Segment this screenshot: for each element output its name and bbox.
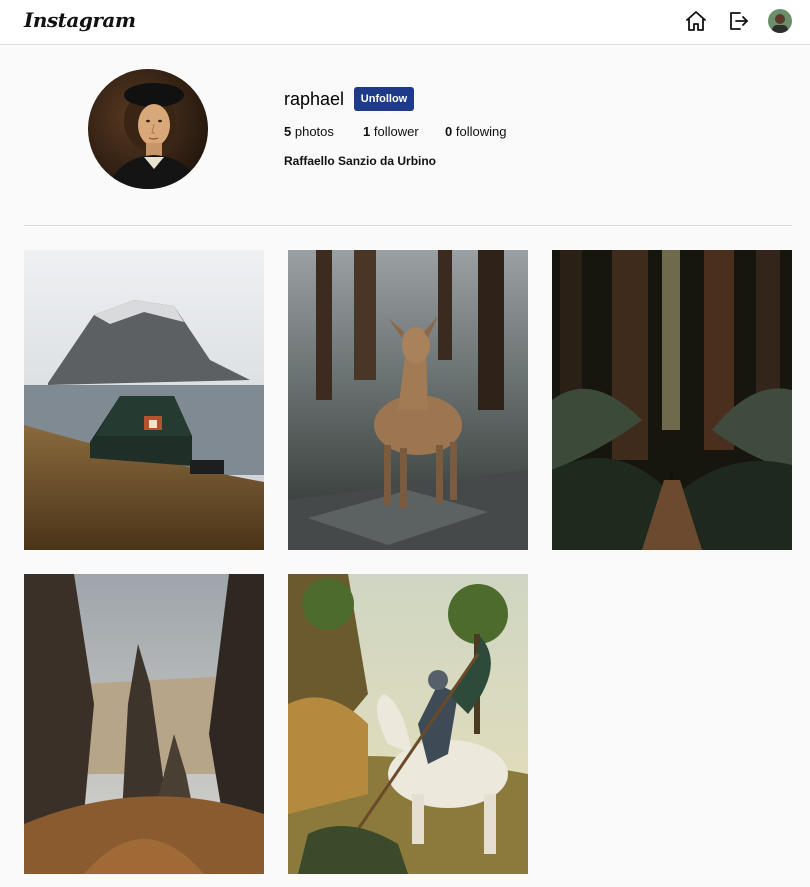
following-label: following <box>455 124 507 139</box>
followers-label: follower <box>373 124 419 139</box>
following-stat[interactable]: 0 following <box>445 124 506 139</box>
photo-saint-george-painting[interactable] <box>288 574 528 874</box>
profile-full-name: Raffaello Sanzio da Urbino <box>284 154 437 168</box>
photos-label: photos <box>294 124 334 139</box>
top-navigation-bar: Instagram <box>0 0 810 45</box>
photo-island-cabin[interactable] <box>24 250 264 550</box>
followers-stat[interactable]: 1 follower <box>363 124 419 139</box>
profile-username: raphael <box>284 89 345 109</box>
photo-forest-path[interactable] <box>552 250 792 550</box>
user-avatar[interactable] <box>768 9 792 33</box>
profile-avatar <box>88 69 208 189</box>
photos-count: 5 <box>284 124 292 139</box>
photo-deer[interactable] <box>288 250 528 550</box>
instagram-logo[interactable]: Instagram <box>24 8 136 32</box>
profile-divider <box>24 225 792 226</box>
unfollow-button[interactable]: Unfollow <box>354 87 414 111</box>
photo-rock-pinnacles[interactable] <box>24 574 264 874</box>
following-count: 0 <box>445 124 453 139</box>
followers-count: 1 <box>363 124 371 139</box>
logout-icon[interactable] <box>726 9 750 33</box>
home-icon[interactable] <box>684 9 708 33</box>
photos-stat: 5 photos <box>284 124 334 139</box>
